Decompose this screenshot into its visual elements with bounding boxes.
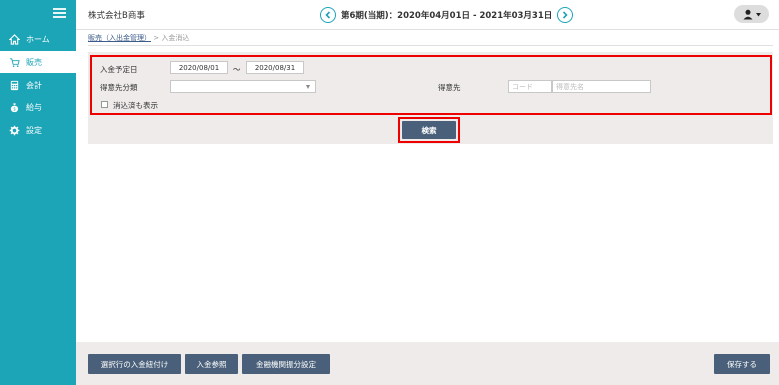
link-selected-payment-button[interactable]: 選択行の入金紐付け bbox=[88, 354, 181, 374]
period-selector: 第6期(当期)：2020年04月01日 - 2021年03月31日 bbox=[320, 6, 574, 24]
sidebar-item-label: 販売 bbox=[26, 57, 42, 67]
sidebar-item-label: ホーム bbox=[26, 34, 50, 44]
breadcrumb-current: 入金消込 bbox=[161, 34, 190, 42]
chevron-down-icon bbox=[306, 85, 310, 89]
footer-bar bbox=[76, 342, 779, 385]
hamburger-menu-icon[interactable] bbox=[53, 8, 66, 18]
sidebar-item-payroll[interactable]: $ 給与 bbox=[0, 96, 76, 118]
divider bbox=[88, 45, 773, 46]
bank-allocation-settings-button[interactable]: 金融機関振分設定 bbox=[242, 354, 330, 374]
sidebar-item-settings[interactable]: 設定 bbox=[0, 119, 76, 141]
user-icon bbox=[743, 9, 761, 19]
customer-label: 得意先 bbox=[438, 83, 461, 92]
date-from-input[interactable]: 2020/08/01 bbox=[170, 61, 228, 74]
user-menu-button[interactable] bbox=[734, 5, 769, 23]
sidebar-item-sales[interactable]: 販売 bbox=[0, 51, 76, 73]
payment-reference-button[interactable]: 入金参照 bbox=[185, 354, 238, 374]
next-period-button[interactable] bbox=[557, 7, 574, 23]
sidebar-item-label: 設定 bbox=[26, 125, 42, 135]
customer-category-select[interactable] bbox=[170, 80, 316, 93]
sidebar-item-label: 会計 bbox=[26, 80, 42, 90]
breadcrumb-separator: > bbox=[153, 34, 160, 42]
breadcrumb: 販売（入出金管理） > 入金消込 bbox=[88, 33, 189, 43]
home-icon bbox=[8, 33, 20, 45]
date-label: 入金予定日 bbox=[100, 65, 138, 74]
sidebar-item-label: 給与 bbox=[26, 102, 42, 112]
date-range-separator: ～ bbox=[233, 65, 241, 74]
top-header: 株式会社B商事 第6期(当期)：2020年04月01日 - 2021年03月31… bbox=[76, 0, 779, 30]
sidebar-item-accounting[interactable]: 会計 bbox=[0, 74, 76, 96]
show-cleared-checkbox[interactable] bbox=[101, 101, 108, 108]
search-button[interactable]: 検索 bbox=[402, 121, 456, 139]
calculator-icon bbox=[8, 79, 20, 91]
show-cleared-label: 消込済も表示 bbox=[113, 101, 158, 110]
period-label: 第6期(当期)：2020年04月01日 - 2021年03月31日 bbox=[341, 11, 553, 21]
sidebar-item-home[interactable]: ホーム bbox=[0, 28, 76, 50]
breadcrumb-parent-link[interactable]: 販売（入出金管理） bbox=[88, 34, 151, 42]
cart-icon bbox=[8, 56, 20, 68]
customer-category-label: 得意先分類 bbox=[100, 83, 138, 92]
svg-text:$: $ bbox=[13, 106, 16, 111]
customer-code-input[interactable]: コード bbox=[508, 80, 552, 93]
previous-period-button[interactable] bbox=[320, 7, 336, 23]
gear-icon bbox=[8, 124, 20, 136]
date-to-input[interactable]: 2020/08/31 bbox=[246, 61, 304, 74]
sidebar: ホーム 販売 会計 $ 給与 設定 bbox=[0, 0, 76, 385]
save-button[interactable]: 保存する bbox=[714, 354, 770, 374]
customer-name-input[interactable]: 得意先名 bbox=[552, 80, 651, 93]
company-name: 株式会社B商事 bbox=[88, 11, 145, 21]
chevron-left-icon bbox=[325, 11, 331, 19]
money-bag-icon: $ bbox=[8, 101, 20, 113]
chevron-right-icon bbox=[563, 11, 568, 19]
